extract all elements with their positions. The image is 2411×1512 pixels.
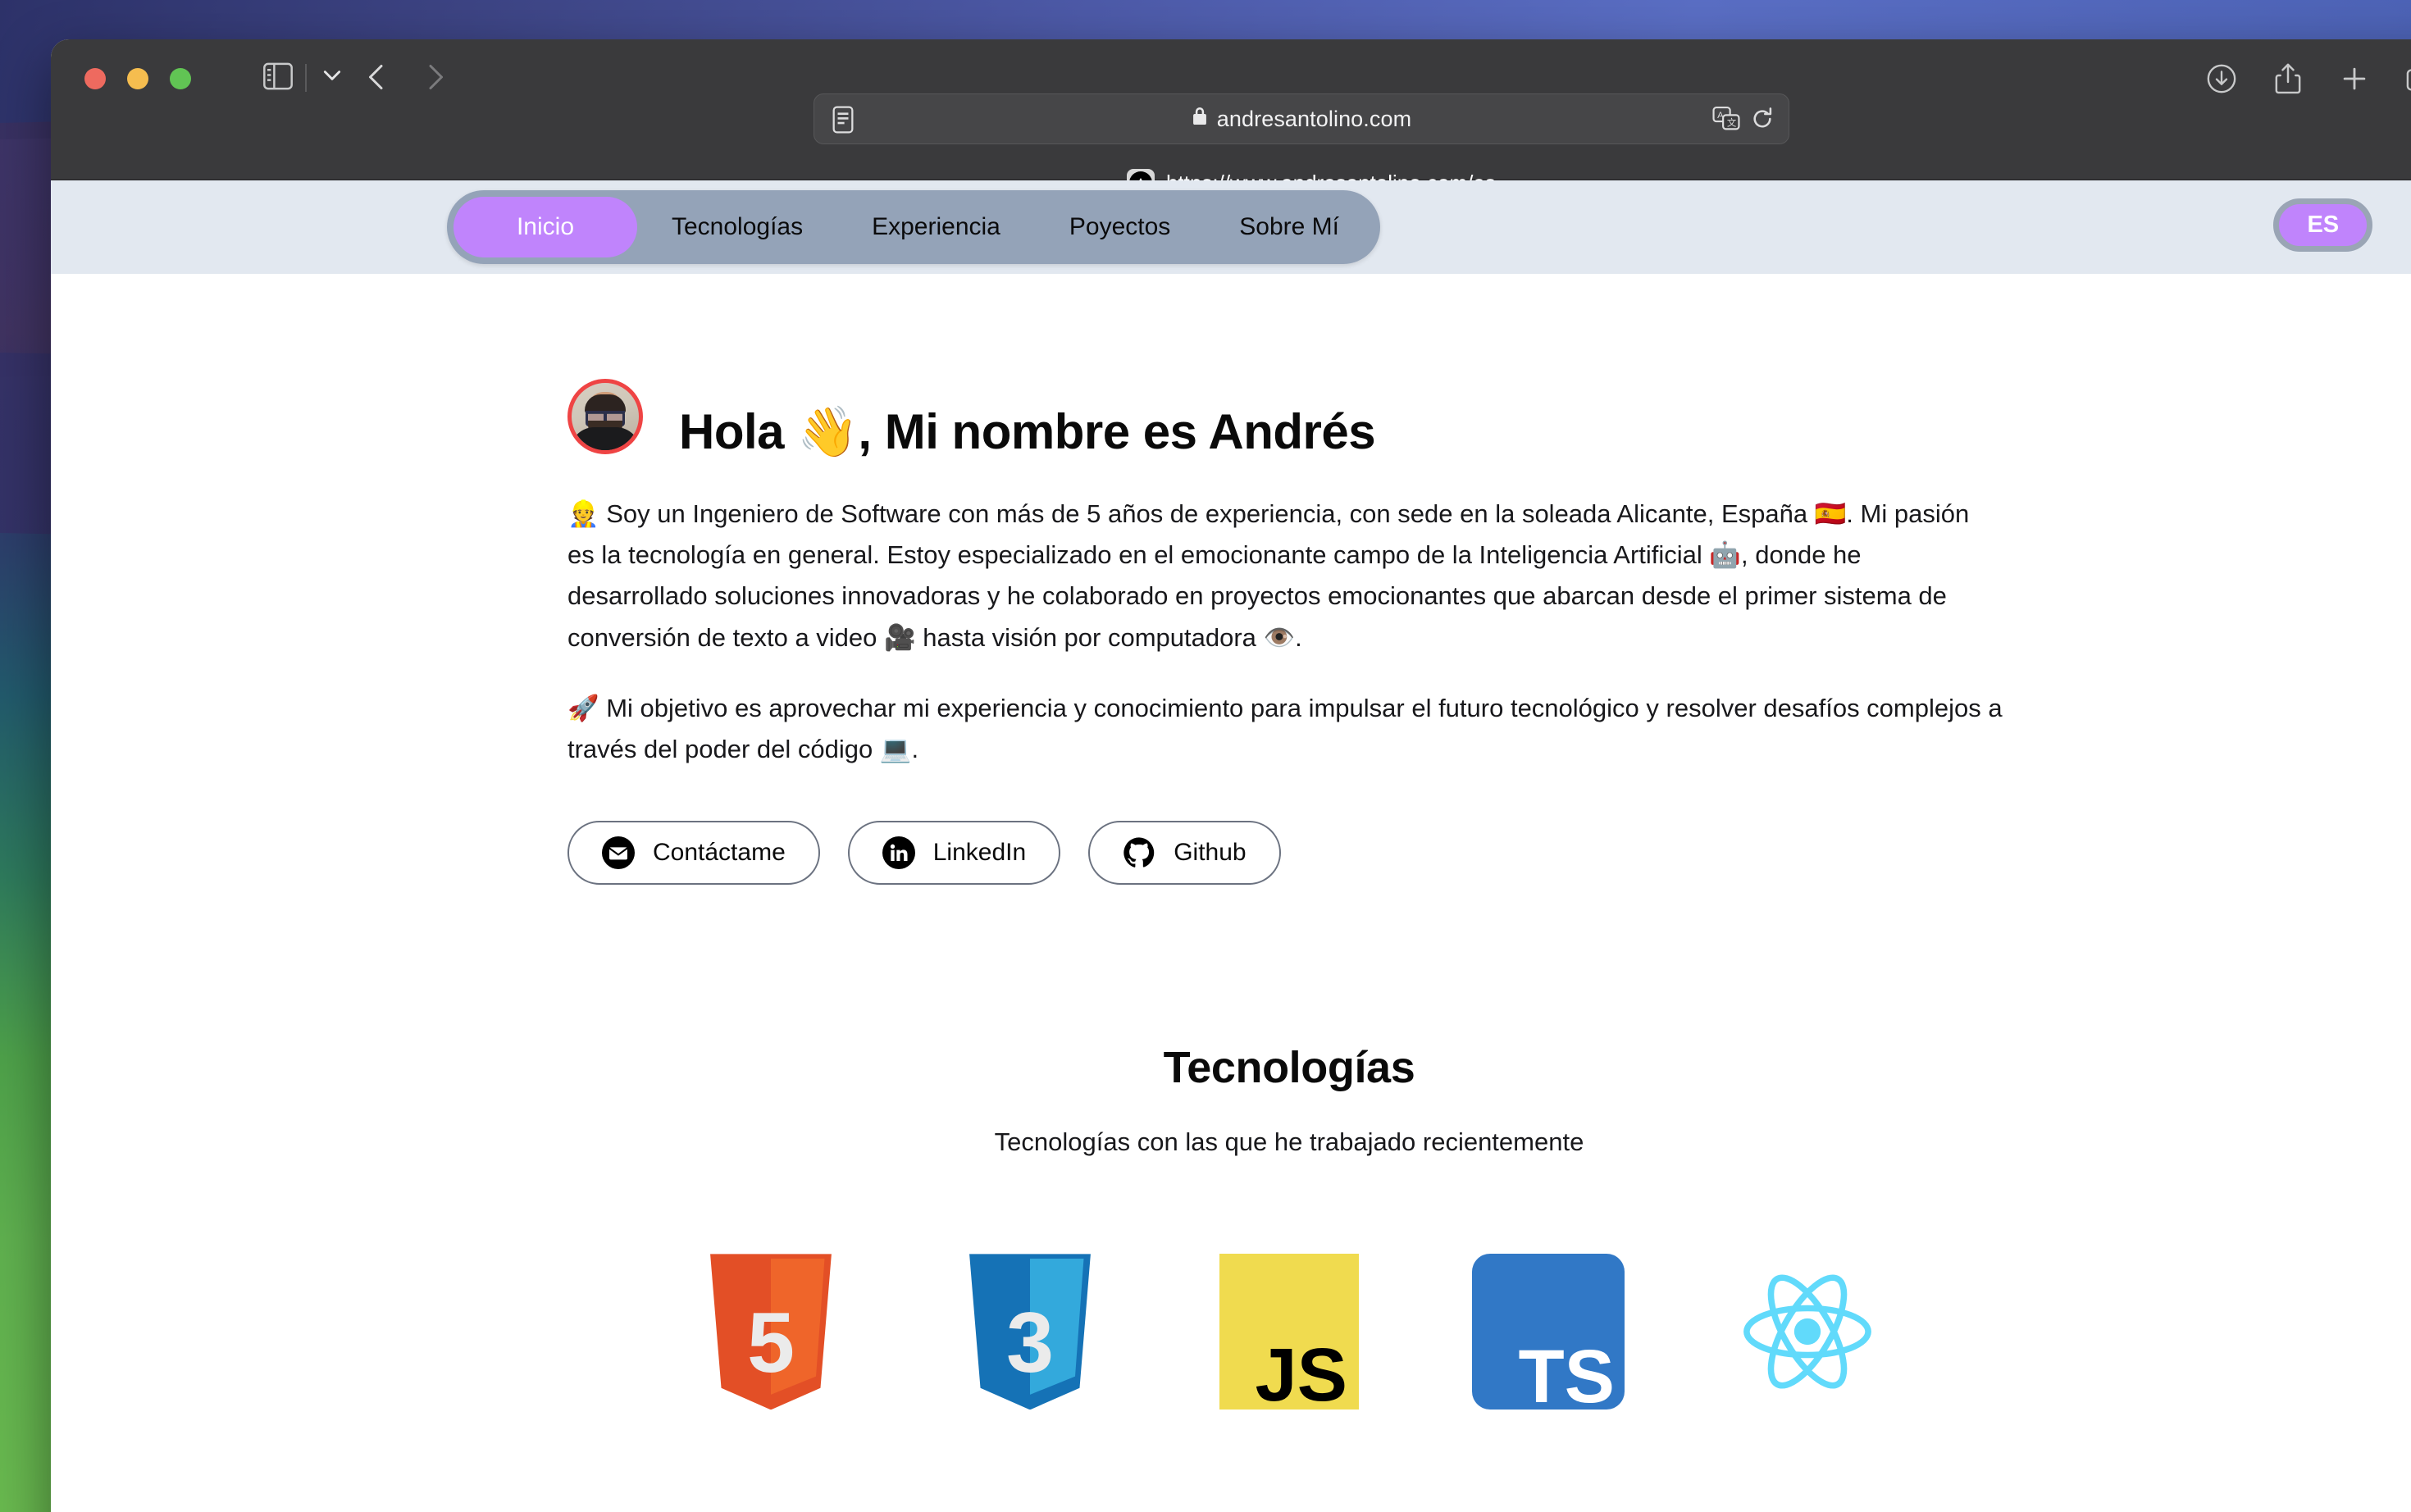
reader-icon[interactable] <box>832 106 854 138</box>
new-tab-icon[interactable] <box>2339 63 2370 98</box>
browser-toolbar: andresantolino.com A 文 <box>51 39 2411 197</box>
hero-paragraph-2: 🚀 Mi objetivo es aprovechar mi experienc… <box>567 693 2003 764</box>
main-nav: Inicio Tecnologías Experiencia Poyectos … <box>447 190 1380 264</box>
typescript-logo: TS <box>1470 1254 1626 1414</box>
hero-paragraph-1: 👷 Soy un Ingeniero de Software con más d… <box>567 499 1970 652</box>
github-icon <box>1123 836 1155 869</box>
back-button[interactable] <box>364 62 389 92</box>
page-viewport: Inicio Tecnologías Experiencia Poyectos … <box>51 180 2411 1512</box>
javascript-logo-letter: JS <box>1255 1333 1347 1418</box>
linkedin-icon <box>882 836 915 870</box>
contact-button[interactable]: Contáctame <box>567 821 820 886</box>
nav-item-tecnologias[interactable]: Tecnologías <box>637 197 837 257</box>
tech-logo-row: 5 3 JS TS <box>51 1254 2411 1418</box>
toolbar-right-actions <box>2206 62 2411 99</box>
linkedin-button-label: LinkedIn <box>932 839 1027 867</box>
hero-heading-row: Hola 👋, Mi nombre es Andrés <box>567 379 2035 464</box>
css3-logo: 3 <box>952 1254 1108 1410</box>
tech-section: Tecnologías Tecnologías con las que he t… <box>51 1042 2411 1418</box>
nav-item-poyectos[interactable]: Poyectos <box>1035 197 1205 257</box>
css3-logo-letter: 3 <box>1006 1296 1054 1391</box>
translate-icon[interactable]: A 文 <box>1712 106 1740 136</box>
linkedin-button[interactable]: LinkedIn <box>847 821 1061 886</box>
forward-button[interactable] <box>423 62 448 92</box>
html5-logo: 5 <box>693 1254 849 1410</box>
chevron-down-icon[interactable] <box>321 67 343 84</box>
minimize-button[interactable] <box>127 68 148 89</box>
toolbar-divider <box>305 64 307 92</box>
nav-label: Experiencia <box>872 213 1000 240</box>
github-button-label: Github <box>1174 839 1247 867</box>
nav-label: Tecnologías <box>672 213 804 240</box>
tech-heading: Tecnologías <box>1163 1043 1415 1093</box>
window-controls <box>84 68 191 89</box>
reload-icon[interactable] <box>1751 107 1774 135</box>
page-title: Hola 👋, Mi nombre es Andrés <box>679 404 1376 459</box>
javascript-logo: JS <box>1211 1254 1367 1418</box>
svg-text:文: 文 <box>1727 117 1737 129</box>
nav-item-experiencia[interactable]: Experiencia <box>837 197 1035 257</box>
site-header: Inicio Tecnologías Experiencia Poyectos … <box>51 180 2411 274</box>
hero-section: Hola 👋, Mi nombre es Andrés 👷 Soy un Ing… <box>51 274 2035 886</box>
language-toggle[interactable]: ES <box>2273 198 2373 252</box>
page-content: Hola 👋, Mi nombre es Andrés 👷 Soy un Ing… <box>51 274 2411 1418</box>
nav-label: Inicio <box>516 213 575 240</box>
share-icon[interactable] <box>2273 62 2303 99</box>
address-bar[interactable]: andresantolino.com A 文 <box>814 93 1789 144</box>
nav-label: Sobre Mí <box>1239 213 1339 240</box>
tech-subtitle: Tecnologías con las que he trabajado rec… <box>994 1127 1584 1157</box>
nav-item-inicio[interactable]: Inicio <box>453 197 637 257</box>
typescript-logo-letter: TS <box>1518 1335 1615 1419</box>
address-domain: andresantolino.com <box>1216 106 1412 131</box>
lock-icon <box>1192 106 1208 132</box>
avatar <box>567 379 643 454</box>
header-actions: ES Light <box>2273 198 2411 252</box>
tab-overview-icon[interactable] <box>2406 64 2411 98</box>
safari-window: andresantolino.com A 文 Inicio Tecnología… <box>51 39 2411 1512</box>
sidebar-icon[interactable] <box>262 62 294 90</box>
desktop-wallpaper: andresantolino.com A 文 Inicio Tecnología… <box>0 0 2411 1512</box>
html5-logo-letter: 5 <box>747 1296 795 1391</box>
zoom-button[interactable] <box>170 68 191 89</box>
github-button[interactable]: Github <box>1088 821 1281 886</box>
contact-button-label: Contáctame <box>653 839 786 867</box>
react-logo <box>1730 1254 1885 1410</box>
nav-label: Poyectos <box>1069 213 1171 240</box>
social-button-row: Contáctame LinkedIn Github <box>567 821 2035 886</box>
email-icon <box>602 836 635 870</box>
downloads-icon[interactable] <box>2206 63 2237 98</box>
close-button[interactable] <box>84 68 106 89</box>
nav-item-sobre-mi[interactable]: Sobre Mí <box>1205 197 1374 257</box>
